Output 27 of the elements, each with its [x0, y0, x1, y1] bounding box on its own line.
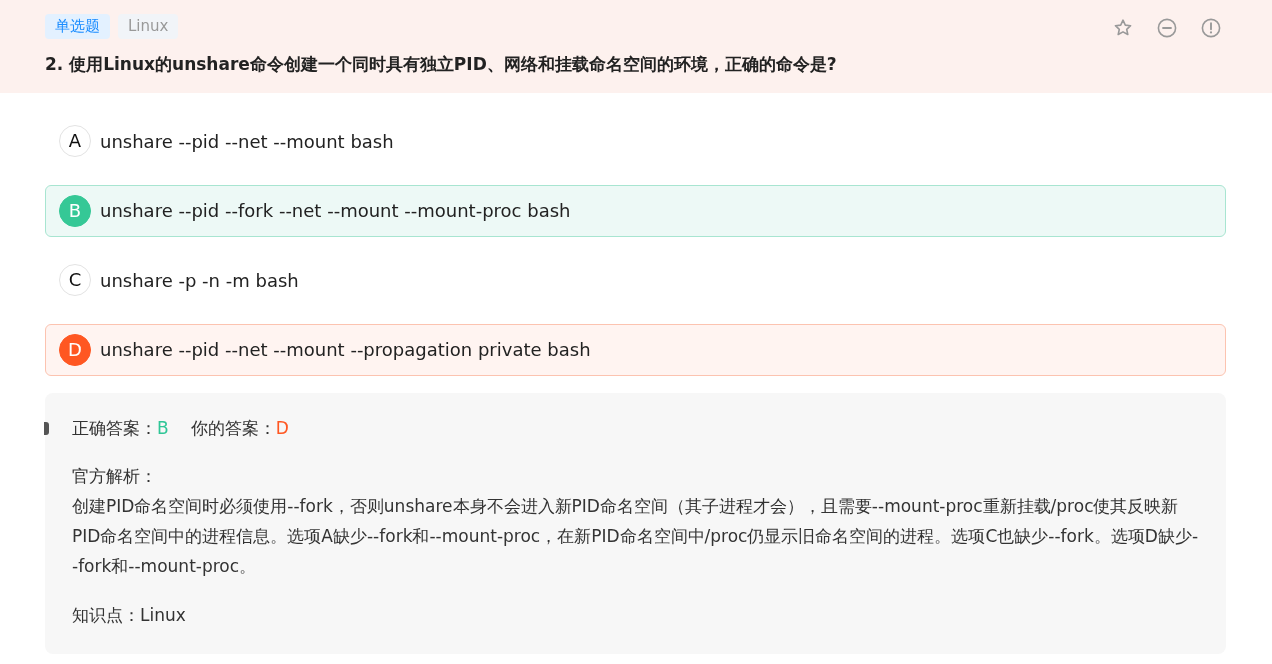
option-letter: C [59, 264, 91, 296]
answer-label: 你的答案： [190, 417, 276, 440]
warning-circle-icon[interactable] [1201, 17, 1221, 38]
topic-tag: Linux [118, 14, 179, 39]
star-icon[interactable] [1113, 17, 1133, 38]
option-text: unshare -p -n -m bash [100, 268, 299, 293]
answer-option[interactable]: B unshare --pid --fork --net --mount --mount-proc bash [45, 184, 1226, 237]
option-letter: D [59, 333, 91, 366]
knowledge-label: 知识点： [72, 604, 140, 627]
explanation-text: 创建PID命名空间时必须使用--fork，否则unshare本身不会进入新PID命名空间（其子进程才会），且需要--mount-proc重新挂载/proc使其反映新PID命名空间中的进程信息。选项A缺少--fork和--mount-proc，在新PID命名空间中/proc仍显示旧命名空间的进程。选项C也缺少--fork。选项D缺少--fork和--mount-proc。 [72, 495, 1199, 578]
option-letter: A [59, 125, 91, 157]
option-text: unshare --pid --net --mount bash [100, 129, 394, 154]
option-text: unshare --pid --fork --net --mount --mount-proc bash [100, 199, 571, 223]
answer-option[interactable]: C unshare -p -n -m bash [45, 254, 1226, 306]
question-text: 2. 使用Linux的unshare命令创建一个同时具有独立PID、网络和挂载命名空间的环境，正确的命令是? [45, 53, 838, 76]
knowledge-value: Linux [140, 604, 186, 627]
side-marker-icon [44, 422, 49, 435]
correct-answer-value: B [157, 417, 169, 440]
answer-option[interactable]: A unshare --pid --net --mount bash [45, 115, 1226, 167]
your-answer-value: D [275, 417, 289, 440]
option-text: unshare --pid --net --mount --propagation private bash [100, 338, 591, 362]
option-letter: B [59, 194, 91, 227]
answer-option[interactable]: D unshare --pid --net --mount --propagation private bash [45, 323, 1226, 376]
answer-label: 正确答案： [72, 417, 157, 440]
explanation-title: 官方解析： [72, 465, 158, 488]
question-type-tag: 单选题 [45, 14, 110, 39]
minus-circle-icon[interactable] [1157, 17, 1177, 38]
